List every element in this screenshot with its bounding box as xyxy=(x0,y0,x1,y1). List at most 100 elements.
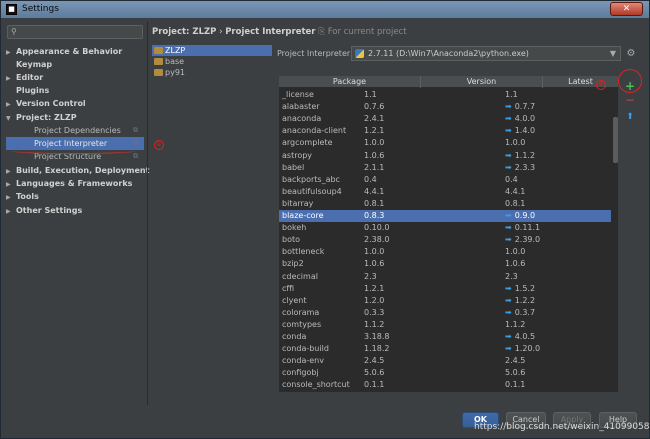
table-row[interactable]: _license 1.1 1.1 xyxy=(279,89,611,101)
table-row[interactable]: babel 2.1.1 ➡ 2.3.3 xyxy=(279,162,611,174)
breadcrumb-project[interactable]: Project: ZLZP xyxy=(152,27,216,37)
table-row[interactable]: comtypes 1.1.2 1.1.2 xyxy=(279,319,611,331)
latest-version-text: 0.9.0 xyxy=(514,211,536,220)
table-row[interactable]: conda-build 1.18.2 ➡ 1.20.0 xyxy=(279,343,611,355)
package-version: 1.2.1 xyxy=(364,283,385,293)
package-version: 5.0.6 xyxy=(364,368,385,378)
app-icon: ■ xyxy=(6,4,17,15)
package-latest: ➡ 2.3.3 xyxy=(505,162,535,174)
upgrade-available-icon: ➡ xyxy=(505,114,512,124)
chevron-right-icon[interactable]: ▶ xyxy=(6,191,16,204)
latest-version-text: 1.2.2 xyxy=(514,295,536,305)
table-row[interactable]: boto 2.38.0 ➡ 2.39.0 xyxy=(279,234,611,246)
chevron-down-icon[interactable]: ▼ xyxy=(610,47,616,60)
interpreter-select[interactable]: 2.7.11 (D:\Win7\Anaconda2\python.exe) ▼ xyxy=(351,46,621,61)
table-row[interactable]: cryptography 1.0.2 ➡1.3.1 xyxy=(279,392,611,393)
latest-version-text: 0.11.1 xyxy=(514,223,541,233)
table-scrollbar[interactable] xyxy=(613,89,618,391)
gear-icon[interactable]: ⚙ xyxy=(624,46,638,61)
latest-version-text: 1.0.6 xyxy=(505,259,526,269)
sidebar-item-label: Tools xyxy=(16,192,39,201)
chevron-right-icon[interactable]: ▶ xyxy=(6,205,16,218)
latest-version-text: 1.1 xyxy=(505,90,518,99)
close-button[interactable]: ✕ xyxy=(610,2,643,16)
column-header-latest[interactable]: Latest xyxy=(543,76,618,88)
table-row[interactable]: bzip2 1.0.6 1.0.6 xyxy=(279,258,611,270)
package-version: 1.0.6 xyxy=(364,150,385,160)
settings-search-input[interactable]: ⚲ xyxy=(7,25,143,39)
sidebar-item[interactable]: ▼ Project: ZLZP xyxy=(6,111,146,124)
upgrade-available-icon: ➡ xyxy=(505,344,512,354)
package-latest: ➡ 1.4.0 xyxy=(505,125,535,137)
sidebar-item-label: Languages & Frameworks xyxy=(16,179,133,188)
table-row[interactable]: argcomplete 1.0.0 1.0.0 xyxy=(279,137,611,149)
latest-version-text: 2.3 xyxy=(505,271,518,281)
package-version: 0.8.1 xyxy=(364,198,385,208)
table-header: Package Version Latest xyxy=(279,76,618,88)
latest-version-text: 0.8.1 xyxy=(505,198,526,208)
table-row[interactable]: alabaster 0.7.6 ➡ 0.7.7 xyxy=(279,101,611,113)
table-row[interactable]: bottleneck 1.0.0 1.0.0 xyxy=(279,246,611,258)
package-name: beautifulsoup4 xyxy=(282,186,342,196)
package-latest: 1.0.6 xyxy=(505,258,525,270)
table-row[interactable]: configobj 5.0.6 5.0.6 xyxy=(279,367,611,379)
remove-package-button[interactable]: − xyxy=(623,93,637,107)
table-row[interactable]: blaze-core 0.8.3 ➡ 0.9.0 xyxy=(279,210,611,223)
table-row[interactable]: bitarray 0.8.1 0.8.1 xyxy=(279,198,611,210)
sidebar-item[interactable]: ▶ Appearance & Behavior xyxy=(6,45,146,58)
sidebar-item[interactable]: ▶ Build, Execution, Deployment xyxy=(6,164,150,177)
package-name: colorama xyxy=(282,307,320,317)
package-name: conda xyxy=(282,332,307,341)
project-scope-icon: ⧉ xyxy=(133,126,138,134)
table-row[interactable]: anaconda 2.4.1 ➡ 4.0.0 xyxy=(279,113,611,125)
sidebar-item[interactable]: Plugins xyxy=(6,84,146,97)
chevron-right-icon[interactable]: ▶ xyxy=(6,98,16,111)
project-list-item[interactable]: ZLZP xyxy=(152,45,272,56)
scope-note: For current project xyxy=(327,27,407,37)
table-row[interactable]: bokeh 0.10.0 ➡ 0.11.1 xyxy=(279,222,611,234)
package-latest: ➡ 0.3.7 xyxy=(505,307,535,319)
project-name: base xyxy=(165,57,185,66)
column-header-package[interactable]: Package xyxy=(279,76,421,88)
annotation-number-1: ① xyxy=(154,140,164,150)
package-latest: 1.1.2 xyxy=(505,319,525,331)
table-row[interactable]: cdecimal 2.3 2.3 xyxy=(279,271,611,283)
sidebar-item[interactable]: Project Dependencies ⧉ xyxy=(6,124,144,137)
latest-version-text: 1.0.0 xyxy=(505,247,526,257)
sidebar-item[interactable]: ▶ Languages & Frameworks xyxy=(6,177,146,190)
table-row[interactable]: console_shortcut 0.1.1 0.1.1 xyxy=(279,379,611,391)
table-row[interactable]: clyent 1.2.0 ➡ 1.2.2 xyxy=(279,295,611,307)
package-version: 3.18.8 xyxy=(364,332,390,341)
table-row[interactable]: colorama 0.3.3 ➡ 0.3.7 xyxy=(279,307,611,319)
project-list-item[interactable]: base xyxy=(152,56,272,67)
latest-version-text: 1.4.0 xyxy=(514,126,536,136)
sidebar-item[interactable]: ▶ Editor xyxy=(6,71,146,84)
sidebar-item[interactable]: ▶ Version Control xyxy=(6,97,146,110)
table-row[interactable]: cffi 1.2.1 ➡ 1.5.2 xyxy=(279,283,611,295)
table-row[interactable]: astropy 1.0.6 ➡ 1.1.2 xyxy=(279,150,611,162)
upgrade-package-button[interactable]: ⬆ xyxy=(623,110,637,124)
scrollbar-thumb[interactable] xyxy=(613,117,618,163)
upgrade-available-icon: ➡ xyxy=(505,126,512,136)
project-list-item[interactable]: py91 xyxy=(152,67,272,78)
sidebar-item[interactable]: ▶ Tools xyxy=(6,190,146,203)
table-row[interactable]: conda 3.18.8 ➡ 4.0.5 xyxy=(279,331,611,343)
column-header-version[interactable]: Version xyxy=(421,76,543,88)
scope-icon: ⎘ xyxy=(318,27,325,37)
sidebar-item[interactable]: Keymap xyxy=(6,58,146,71)
annotation-number-2: ② xyxy=(596,80,606,90)
package-name: cryptography xyxy=(282,392,336,393)
sidebar-item-label: Build, Execution, Deployment xyxy=(16,166,150,175)
table-row[interactable]: anaconda-client 1.2.1 ➡ 1.4.0 xyxy=(279,125,611,137)
table-row[interactable]: conda-env 2.4.5 2.4.5 xyxy=(279,355,611,367)
package-version: 1.18.2 xyxy=(364,344,390,354)
package-version: 0.3.3 xyxy=(364,307,385,317)
pane-splitter[interactable] xyxy=(147,21,148,405)
package-version: 0.7.6 xyxy=(364,102,385,112)
sidebar-item[interactable]: ▶ Other Settings xyxy=(6,204,146,217)
table-row[interactable]: beautifulsoup4 4.4.1 4.4.1 xyxy=(279,186,611,198)
package-name: conda-env xyxy=(282,356,324,366)
annotation-circle-add xyxy=(618,69,642,93)
package-latest: ➡ 4.0.0 xyxy=(505,113,535,125)
table-row[interactable]: backports_abc 0.4 0.4 xyxy=(279,174,611,186)
